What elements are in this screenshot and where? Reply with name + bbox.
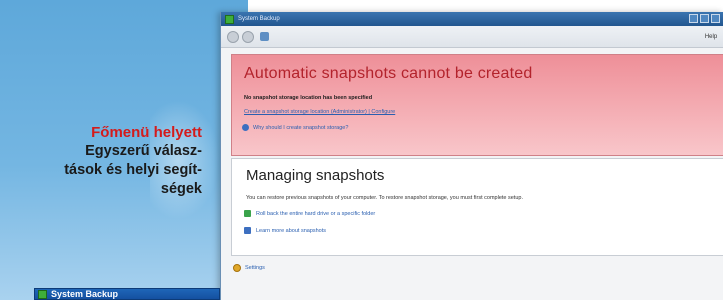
alert-help-link[interactable]: Why should I create snapshot storage? (242, 124, 348, 131)
system-backup-window: System Backup Help Automatic snapshots c… (220, 12, 723, 300)
settings-link[interactable]: Settings (233, 264, 265, 272)
maximize-icon[interactable] (700, 14, 709, 23)
caption-callout: Főmenü helyett Egyszerű válasz- tások és… (12, 124, 202, 199)
forward-arrow-icon[interactable] (242, 30, 254, 43)
callout-title: Főmenü helyett (91, 124, 202, 141)
close-icon[interactable] (711, 14, 720, 23)
managing-snapshots-panel: Managing snapshots You can restore previ… (231, 158, 723, 256)
shield-app-icon (225, 14, 234, 24)
learn-more-text: Learn more about snapshots (256, 227, 327, 234)
window-title: System Backup (238, 16, 280, 22)
toolbar: Help (221, 26, 723, 48)
info-icon (244, 227, 251, 234)
alert-message: No snapshot storage location has been sp… (244, 95, 373, 101)
help-button[interactable]: Help (704, 32, 718, 42)
alert-title: Automatic snapshots cannot be created (244, 65, 533, 82)
restore-link-text: Roll back the entire hard drive or a spe… (256, 210, 376, 217)
settings-label: Settings (245, 265, 265, 271)
gear-icon (233, 264, 241, 272)
alert-help-text: Why should I create snapshot storage? (253, 124, 349, 131)
secondary-window-titlebar[interactable]: System Backup (34, 288, 220, 300)
learn-more-link[interactable]: Learn more about snapshots (244, 227, 326, 234)
info-icon (242, 124, 249, 131)
panel-title: Managing snapshots (246, 167, 385, 184)
minimize-icon[interactable] (689, 14, 698, 23)
shield-app-icon (38, 289, 47, 299)
window-controls (689, 14, 720, 23)
panel-description: You can restore previous snapshots of yo… (246, 195, 523, 201)
back-arrow-icon[interactable] (227, 30, 239, 43)
callout-body-line-2: tások és helyi segít- (64, 162, 202, 178)
restore-icon (244, 210, 251, 217)
create-storage-link[interactable]: Create a snapshot storage location (Admi… (244, 109, 395, 115)
callout-body-line-1: Egyszerű válasz- (85, 143, 202, 159)
restore-link[interactable]: Roll back the entire hard drive or a spe… (244, 210, 375, 217)
warning-panel: Automatic snapshots cannot be created No… (231, 54, 723, 156)
secondary-window-title: System Backup (51, 289, 119, 299)
window-titlebar[interactable]: System Backup (221, 12, 723, 26)
callout-body-line-3: ségek (160, 181, 202, 197)
home-icon[interactable] (260, 32, 269, 41)
